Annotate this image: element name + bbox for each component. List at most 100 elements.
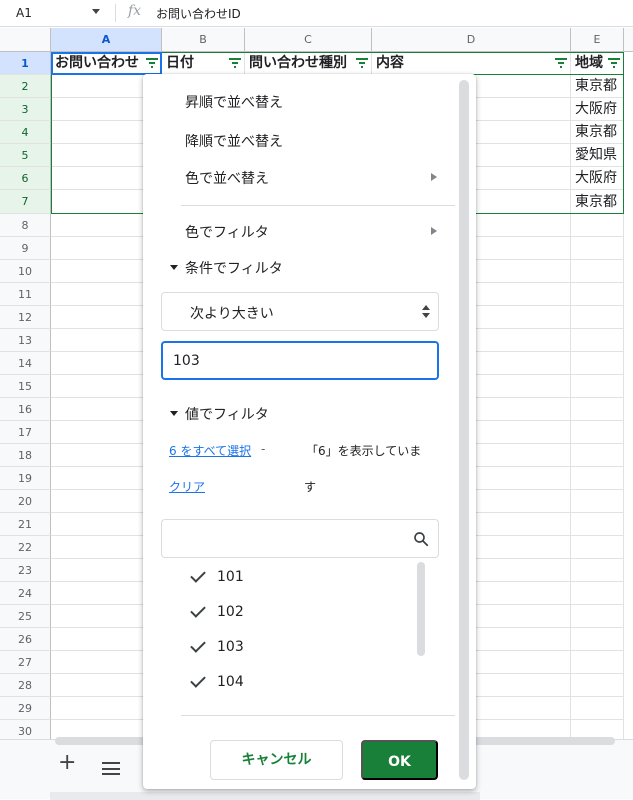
- values-list-scrollbar[interactable]: [417, 562, 425, 656]
- row-header-18[interactable]: 18: [0, 444, 51, 467]
- cell-e[interactable]: [571, 490, 624, 513]
- cell-e[interactable]: [571, 237, 624, 260]
- value-checkbox-item[interactable]: 104: [189, 669, 389, 699]
- filter-icon[interactable]: [356, 58, 368, 68]
- cell-e[interactable]: [571, 674, 624, 697]
- filter-by-values-header[interactable]: 値でフィルタ: [185, 404, 269, 424]
- header-cell-d[interactable]: 内容: [372, 52, 571, 75]
- value-checkbox-item[interactable]: 101: [189, 564, 389, 594]
- row-header-17[interactable]: 17: [0, 421, 51, 444]
- cell-e[interactable]: [571, 582, 624, 605]
- ok-button[interactable]: OK: [361, 740, 438, 780]
- sort-by-color-item[interactable]: 色で並べ替え: [185, 168, 269, 188]
- cell-e[interactable]: [571, 329, 624, 352]
- row-header-19[interactable]: 19: [0, 467, 51, 490]
- expand-condition-icon[interactable]: [170, 265, 178, 270]
- row-header-29[interactable]: 29: [0, 697, 51, 720]
- cell-e[interactable]: 東京都: [571, 75, 624, 98]
- row-header-22[interactable]: 22: [0, 536, 51, 559]
- cell-e[interactable]: 東京都: [571, 190, 624, 214]
- cell-e[interactable]: [571, 283, 624, 306]
- cell-e[interactable]: [571, 421, 624, 444]
- row-header-25[interactable]: 25: [0, 605, 51, 628]
- row-header-27[interactable]: 27: [0, 651, 51, 674]
- row-header-3[interactable]: 3: [0, 98, 51, 121]
- header-cell-a[interactable]: お問い合わせ: [51, 52, 162, 75]
- row-header-6[interactable]: 6: [0, 167, 51, 190]
- row-header-2[interactable]: 2: [0, 75, 51, 98]
- cell-e[interactable]: 大阪府: [571, 98, 624, 121]
- cell-e[interactable]: [571, 375, 624, 398]
- column-header-d[interactable]: D: [372, 28, 571, 52]
- row-header-11[interactable]: 11: [0, 283, 51, 306]
- sort-descending-item[interactable]: 降順で並べ替え: [185, 131, 283, 151]
- header-cell-b[interactable]: 日付: [162, 52, 245, 75]
- panel-scrollbar[interactable]: [459, 80, 469, 780]
- value-checkbox-item[interactable]: 102: [189, 599, 389, 629]
- row-header-5[interactable]: 5: [0, 144, 51, 167]
- sort-ascending-item[interactable]: 昇順で並べ替え: [185, 92, 283, 112]
- header-cell-e[interactable]: 地域: [571, 52, 624, 75]
- row-header-13[interactable]: 13: [0, 329, 51, 352]
- row-header-4[interactable]: 4: [0, 121, 51, 144]
- row-header-8[interactable]: 8: [0, 214, 51, 237]
- cell-e[interactable]: [571, 559, 624, 582]
- row-header-20[interactable]: 20: [0, 490, 51, 513]
- row-header-21[interactable]: 21: [0, 513, 51, 536]
- value-checkbox-item[interactable]: 103: [189, 634, 389, 664]
- filter-icon[interactable]: [146, 58, 158, 68]
- clear-link[interactable]: クリア: [169, 478, 205, 495]
- row-header-30[interactable]: 30: [0, 720, 51, 739]
- row-header-28[interactable]: 28: [0, 674, 51, 697]
- cell-e[interactable]: 愛知県: [571, 144, 624, 167]
- row-header-1[interactable]: 1: [0, 52, 51, 75]
- row-header-12[interactable]: 12: [0, 306, 51, 329]
- cell-e[interactable]: [571, 651, 624, 674]
- add-sheet-icon[interactable]: +: [58, 752, 76, 774]
- row-header-26[interactable]: 26: [0, 628, 51, 651]
- filter-icon[interactable]: [555, 58, 567, 68]
- cancel-button[interactable]: キャンセル: [210, 740, 343, 780]
- cell-e[interactable]: [571, 352, 624, 375]
- cell-e[interactable]: [571, 513, 624, 536]
- row-header-23[interactable]: 23: [0, 559, 51, 582]
- row-header-16[interactable]: 16: [0, 398, 51, 421]
- name-box[interactable]: A1: [16, 6, 32, 20]
- cell-e[interactable]: [571, 444, 624, 467]
- filter-icon[interactable]: [608, 58, 620, 68]
- column-header-c[interactable]: C: [245, 28, 372, 52]
- filter-icon[interactable]: [229, 58, 241, 68]
- cell-e[interactable]: [571, 398, 624, 421]
- row-header-10[interactable]: 10: [0, 260, 51, 283]
- row-header-7[interactable]: 7: [0, 190, 51, 214]
- cell-e[interactable]: [571, 214, 624, 237]
- condition-value-input[interactable]: [161, 341, 439, 380]
- column-header-a[interactable]: A: [51, 28, 162, 52]
- row-header-9[interactable]: 9: [0, 237, 51, 260]
- values-search-input[interactable]: [161, 519, 439, 558]
- expand-values-icon[interactable]: [170, 411, 178, 416]
- row-header-24[interactable]: 24: [0, 582, 51, 605]
- condition-select[interactable]: 次より大きい: [161, 292, 439, 331]
- cell-e[interactable]: [571, 467, 624, 490]
- cell-e[interactable]: [571, 697, 624, 720]
- cell-e[interactable]: [571, 605, 624, 628]
- column-header-b[interactable]: B: [162, 28, 245, 52]
- cell-e[interactable]: 東京都: [571, 121, 624, 144]
- header-cell-c[interactable]: 問い合わせ種別: [245, 52, 372, 75]
- select-all-corner[interactable]: [0, 28, 51, 52]
- name-box-dropdown-icon[interactable]: [92, 9, 100, 14]
- cell-e[interactable]: [571, 536, 624, 559]
- row-header-14[interactable]: 14: [0, 352, 51, 375]
- filter-by-condition-header[interactable]: 条件でフィルタ: [185, 258, 283, 278]
- cell-e[interactable]: [571, 306, 624, 329]
- formula-input[interactable]: お問い合わせID: [156, 5, 241, 22]
- filter-by-color-item[interactable]: 色でフィルタ: [185, 222, 269, 242]
- cell-e[interactable]: 大阪府: [571, 167, 624, 190]
- row-header-15[interactable]: 15: [0, 375, 51, 398]
- cell-e[interactable]: [571, 628, 624, 651]
- column-header-e[interactable]: E: [571, 28, 624, 52]
- cell-e[interactable]: [571, 260, 624, 283]
- all-sheets-menu-icon[interactable]: [102, 762, 120, 775]
- select-all-link[interactable]: 6 をすべて選択: [169, 442, 251, 459]
